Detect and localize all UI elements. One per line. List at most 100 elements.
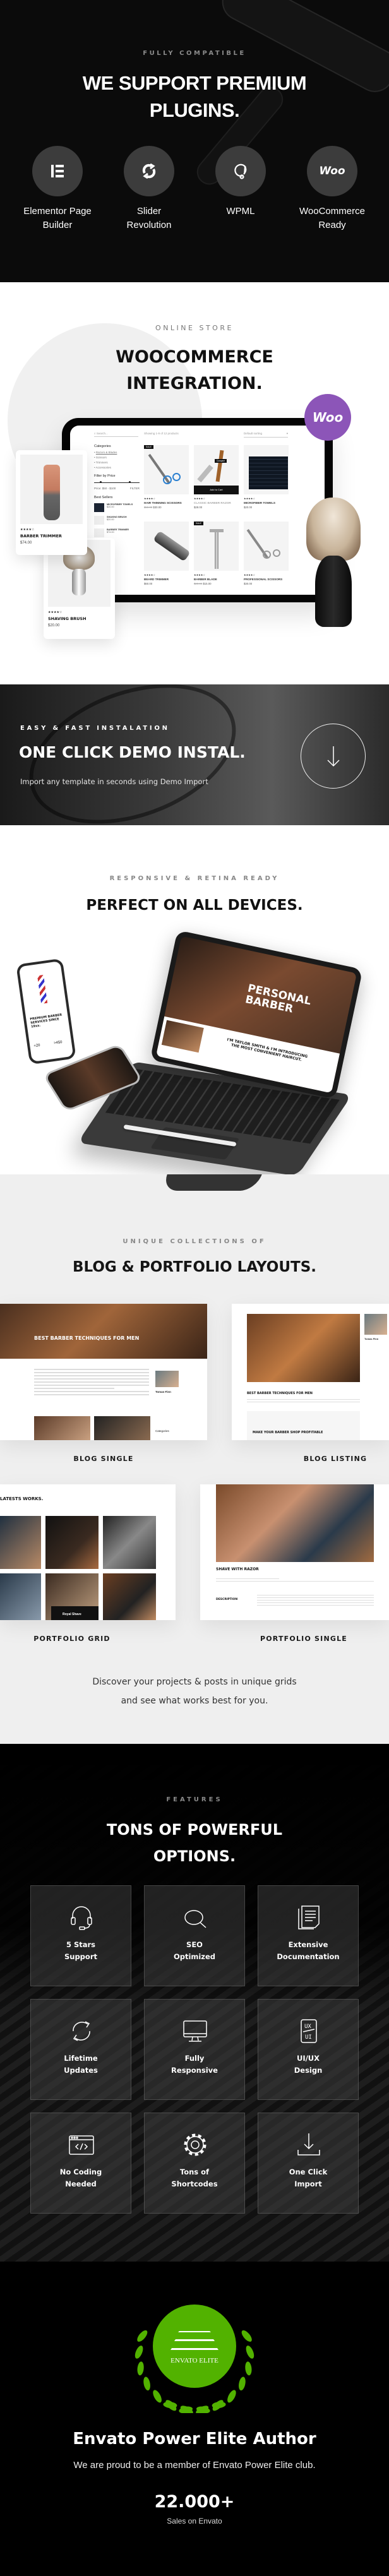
title-line: WE SUPPORT PREMIUM <box>82 72 307 94</box>
layout-label: PORTFOLIO GRID <box>33 1635 111 1643</box>
phone-stat: +20 <box>33 1043 41 1049</box>
best-seller-price: $20.00 <box>107 518 114 521</box>
product-image <box>244 522 289 571</box>
product-image <box>144 522 191 571</box>
feature-label: SEO <box>186 1940 203 1949</box>
author-name: Tomas Finn <box>155 1390 171 1393</box>
product-price: $74.00 <box>20 541 32 545</box>
plugin-label: WPML <box>193 205 288 218</box>
post-title: MAKE YOUR BARBER SHOP PROFITABLE <box>253 1431 323 1434</box>
section-title: WE SUPPORT PREMIUM PLUGINS. <box>0 69 389 124</box>
feature-card: Fully Responsive <box>144 1999 245 2100</box>
product-card[interactable]: SALE ★★★★☆ BARBER BLADE $20.00 $15.00 <box>194 522 239 585</box>
product-image <box>20 455 83 524</box>
product-card[interactable]: SALE ★★★★☆ HAIR THINNING SCISSORS $50.00… <box>144 445 189 509</box>
ui-glyph: UI <box>305 2034 312 2041</box>
ux-glyph: UX <box>304 2024 311 2030</box>
laurel-leaf <box>135 2346 143 2359</box>
best-seller-item[interactable]: MICROFIBER TOWELS $20.00 <box>94 503 140 512</box>
plugin-label: WooCommerce Ready <box>285 205 380 232</box>
old-price: $50.00 <box>144 506 153 509</box>
best-seller-price: $20.00 <box>107 506 114 508</box>
layout-label: BLOG LISTING <box>303 1455 368 1463</box>
feature-card: UX UI UI/UX Design <box>258 1999 359 2100</box>
product-rating: ★★★★☆ <box>244 573 255 576</box>
layout-label: BLOG SINGLE <box>73 1455 134 1463</box>
filter-button[interactable]: FILTER <box>130 487 140 490</box>
code-window-icon <box>69 2135 94 2155</box>
feature-card: No Coding Needed <box>30 2113 131 2214</box>
product-rating: ★★★★☆ <box>194 497 205 500</box>
documents-icon <box>298 1905 320 1929</box>
product-rating: ★★★★☆ <box>244 497 255 500</box>
laurel-leaf <box>153 2390 162 2403</box>
portfolio-section-title: DESCRIPTION <box>216 1598 238 1601</box>
title-line: PLUGINS. <box>149 99 240 121</box>
categories-title: Categories <box>94 444 111 448</box>
feature-label: Shortcodes <box>171 2179 218 2188</box>
category-item[interactable]: • Accessories <box>94 465 140 470</box>
author-avatar <box>155 1371 179 1387</box>
best-seller-item[interactable]: BARBER TRIMMER $74.00 <box>94 528 140 537</box>
best-seller-item[interactable]: SHAVING BRUSH $20.00 <box>94 516 140 525</box>
title-line: OPTIONS. <box>153 1847 236 1865</box>
product-card[interactable]: ★★★★☆ PROFESSIONAL SCISSORS $30.00 <box>244 522 289 585</box>
product-price: $30.00 <box>244 582 253 585</box>
plugin-woocommerce: Woo <box>307 146 357 196</box>
post-image <box>94 1416 150 1440</box>
product-card[interactable]: ★★★★☆ MICROFIBER TOWELS $20.00 <box>244 445 289 509</box>
blog-single-preview[interactable]: BEST BARBER TECHNIQUES FOR MEN Tomas Fin… <box>0 1304 207 1440</box>
product-name: MICROFIBER TOWELS <box>244 501 275 504</box>
portfolio-item <box>0 1573 41 1620</box>
category-item[interactable]: • Trimmers <box>94 460 140 465</box>
sorting-select[interactable]: Default sorting ▾ <box>244 432 288 438</box>
label-line: Builder <box>42 220 73 230</box>
feature-label: Needed <box>65 2179 97 2188</box>
label-line: Elementor Page <box>23 206 92 217</box>
product-rating: ★★★★☆ <box>20 528 35 532</box>
portfolio-grid-preview[interactable]: LATESTS WORKS. Royal Shave <box>0 1484 176 1620</box>
slider-handle[interactable] <box>129 481 131 483</box>
price-slider[interactable] <box>94 480 140 485</box>
label-line: WooCommerce <box>299 206 365 217</box>
best-sellers-title: Best Sellers <box>94 496 113 499</box>
portfolio-single-preview[interactable]: SHAVE WITH RAZOR DESCRIPTION <box>200 1484 389 1620</box>
shop-search-input[interactable]: ⌕ Search... <box>94 432 138 437</box>
chevron-down-icon: ▾ <box>286 432 288 435</box>
phone-heading: PREMIUM BARBER SERVICES SINCE 19xx. <box>30 1013 63 1029</box>
hero-title: PERSONAL BARBER <box>244 982 313 1016</box>
laurel-leaf <box>227 2390 236 2403</box>
blog-listing-preview[interactable]: BEST BARBER TECHNIQUES FOR MEN MAKE YOUR… <box>232 1304 389 1440</box>
product-card-barber-trimmer[interactable]: ★★★★☆ BARBER TRIMMER $74.00 <box>16 450 87 555</box>
description-line: Discover your projects & posts in unique… <box>92 1677 297 1687</box>
product-card[interactable]: ★★★★☆ BEARD TRIMMER $60.00 <box>144 522 191 585</box>
product-name: PROFESSIONAL SCISSORS <box>244 578 283 581</box>
current-price: $30.00 <box>153 506 162 509</box>
section-title: WOOCOMMERCE INTEGRATION. <box>0 344 389 397</box>
devices-section: RESPONSIVE & RETINA READY PERFECT ON ALL… <box>0 825 389 1174</box>
category-item[interactable]: • Scissors <box>94 455 140 460</box>
add-to-cart-button[interactable]: Add to Cart <box>194 486 239 494</box>
demo-import-button[interactable] <box>301 724 366 789</box>
category-item[interactable]: • Razors & Blades <box>94 450 140 455</box>
feature-label: 5 Stars <box>66 1940 96 1949</box>
label-line: Ready <box>318 220 346 230</box>
product-card[interactable]: Compare Add to Cart ★★★★☆ CLASSIC BARBER … <box>194 445 239 509</box>
headset-icon <box>71 1906 92 1930</box>
feature-card: Extensive Documentation <box>258 1885 359 1986</box>
plugin-label: Slider Revolution <box>102 205 196 232</box>
portfolio-item <box>0 1516 41 1569</box>
slider-handle[interactable] <box>100 481 102 483</box>
laurel-leaf <box>245 2361 252 2376</box>
feature-label: Tons of <box>179 2168 210 2176</box>
elementor-icon <box>51 165 64 177</box>
feature-label: Support <box>64 1952 97 1961</box>
product-price: $20.00 $15.00 <box>194 582 239 585</box>
product-image: Compare Add to Cart <box>194 445 239 494</box>
search-placeholder: Search... <box>96 432 108 435</box>
laurel-leaf <box>246 2346 254 2359</box>
section-eyebrow: FEATURES <box>166 1796 223 1803</box>
title-line: INTEGRATION. <box>126 374 263 393</box>
product-image: SALE <box>194 522 239 571</box>
feature-label: Optimized <box>173 1952 216 1961</box>
